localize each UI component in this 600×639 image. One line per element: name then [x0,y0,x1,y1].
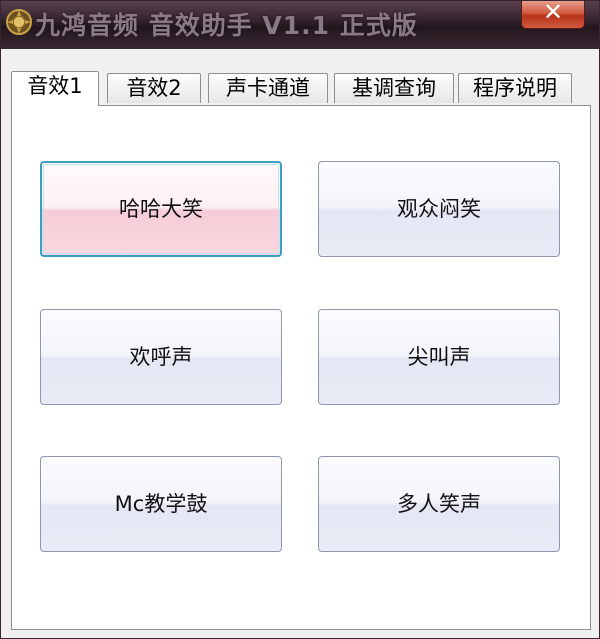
mc-drum-lesson-button[interactable]: Mc教学鼓 [40,456,282,552]
window-title: 九鸿音频 音效助手 V1.1 正式版 [35,11,418,40]
tab-sound-effects-2[interactable]: 音效2 [107,73,201,103]
audience-chuckle-button[interactable]: 观众闷笑 [318,161,560,257]
close-button[interactable]: ✕ [521,0,585,29]
title-bar[interactable]: 九鸿音频 音效助手 V1.1 正式版 ✕ [1,0,599,49]
close-icon: ✕ [542,0,564,26]
tab-key-lookup[interactable]: 基调查询 [334,73,454,103]
tab-sound-card-channel[interactable]: 声卡通道 [208,73,328,103]
tab-program-info[interactable]: 程序说明 [458,73,572,103]
crowd-laughter-button[interactable]: 多人笑声 [318,456,560,552]
tab-sound-effects-1[interactable]: 音效1 [11,71,99,106]
app-logo-icon [6,9,32,35]
app-window: 九鸿音频 音效助手 V1.1 正式版 ✕ 音效1 音效2 声卡通道 基调查询 程… [0,0,600,639]
cheering-button[interactable]: 欢呼声 [40,309,282,405]
scream-button[interactable]: 尖叫声 [318,309,560,405]
tab-panel-sound-effects-1: 哈哈大笑 观众闷笑 欢呼声 尖叫声 Mc教学鼓 多人笑声 [11,105,591,630]
laugh-out-loud-button[interactable]: 哈哈大笑 [40,161,282,257]
client-area: 音效1 音效2 声卡通道 基调查询 程序说明 哈哈大笑 观众闷笑 欢呼声 尖叫声… [1,49,599,638]
